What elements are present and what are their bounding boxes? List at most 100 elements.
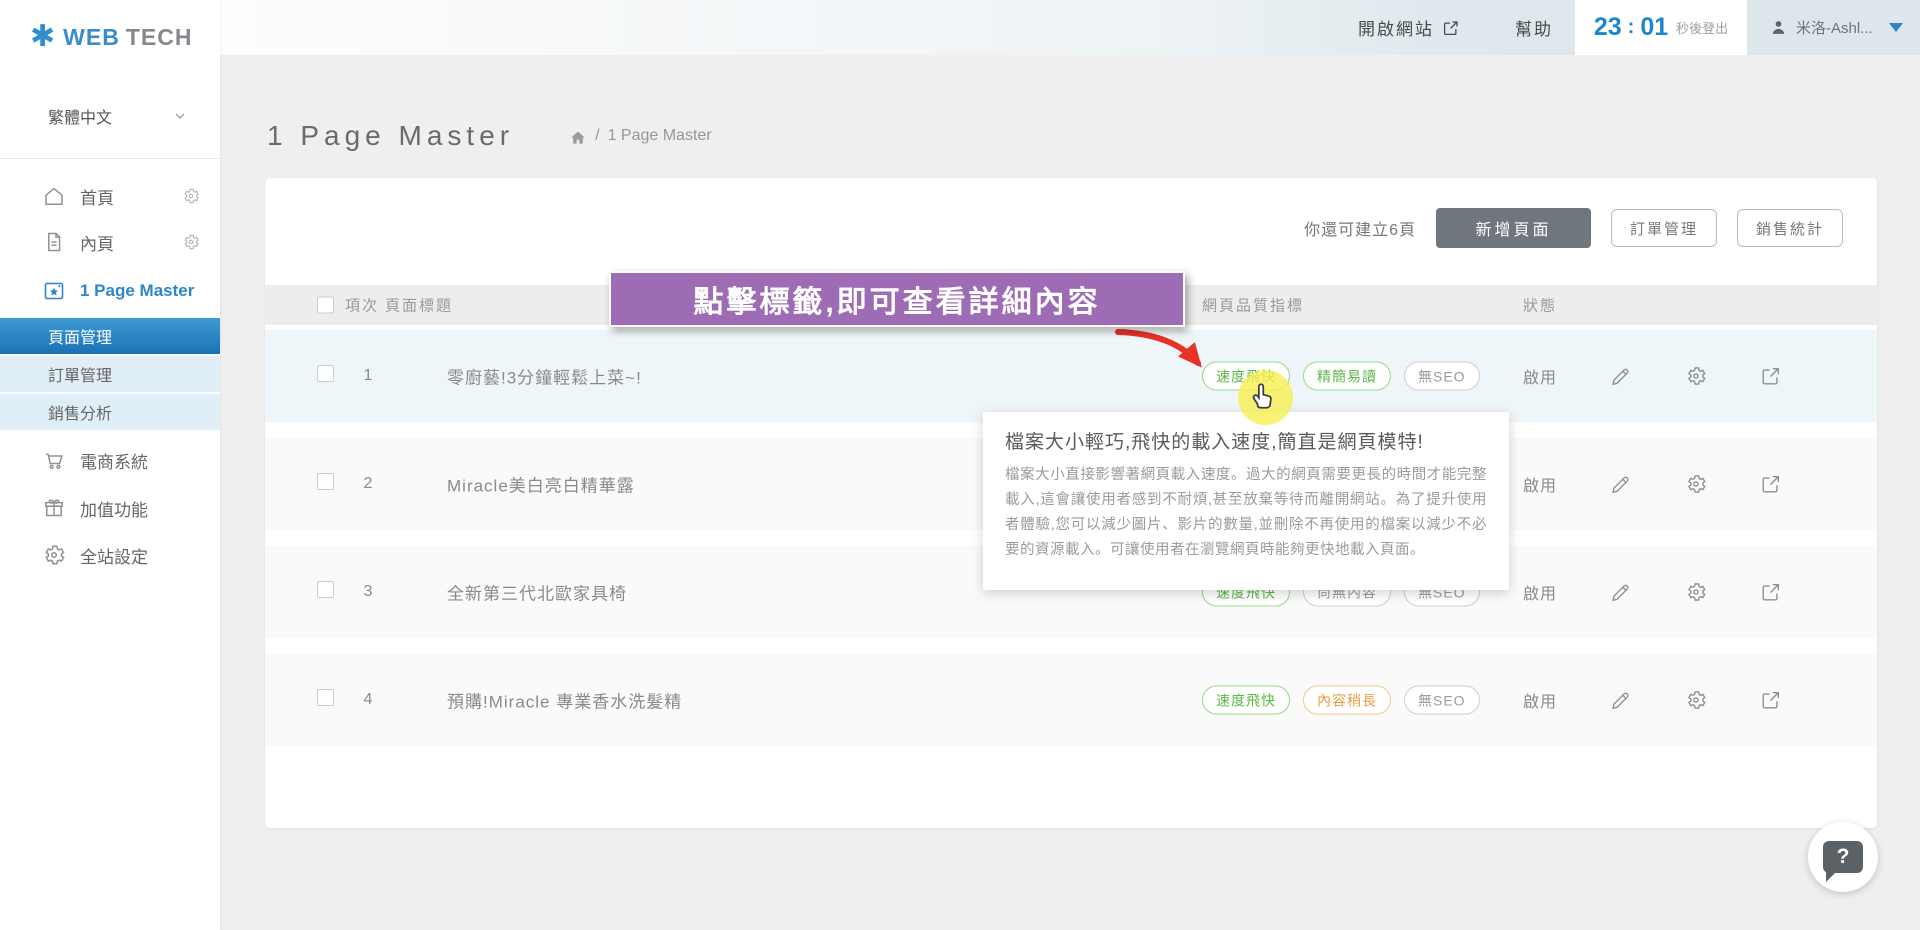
row-index: 4 [353,691,383,709]
sidebar-item-addons[interactable]: 加值功能 [0,485,220,531]
page-title-link[interactable]: Miracle美白亮白精華露 [447,472,635,497]
subitem-label: 銷售分析 [48,400,112,424]
open-page-icon[interactable] [1760,689,1782,711]
cart-icon [42,448,66,472]
quality-badge[interactable]: 內容稍長 [1303,686,1391,715]
question-mark: ? [1837,845,1850,869]
row-actions [1610,689,1782,711]
sidebar-item-1-page-master[interactable]: 1 Page Master [0,268,220,314]
row-checkbox[interactable] [317,581,334,598]
document-icon [42,230,66,254]
edit-icon[interactable] [1610,581,1632,603]
gear-icon [42,543,66,567]
breadcrumb-separator: / [595,127,599,145]
chevron-down-icon [172,108,188,124]
sales-statistics-button[interactable]: 銷售統計 [1737,209,1843,247]
sidebar-subitem-order-management[interactable]: 訂單管理 [0,356,220,393]
sidebar-item-label: 全站設定 [80,543,148,568]
quality-badge[interactable]: 速度飛快 [1202,686,1290,715]
column-header-quality: 網頁品質指標 [1202,295,1304,316]
open-page-icon[interactable] [1760,365,1782,387]
gift-icon [42,496,66,520]
gear-icon[interactable] [182,233,200,251]
sidebar-subitem-sales-analysis[interactable]: 銷售分析 [0,394,220,431]
help-link[interactable]: 幫助 [1515,0,1553,55]
language-value: 繁體中文 [48,104,112,128]
row-index: 1 [353,367,383,385]
quality-tooltip: 檔案大小輕巧,飛快的載入速度,簡直是網頁模特! 檔案大小直接影響著網頁載入速度。… [983,412,1509,590]
page-title-link[interactable]: 零廚藝!3分鐘輕鬆上菜~! [447,364,642,389]
question-bubble-icon: ? [1823,841,1863,873]
timer-suffix-label: 秒後登出 [1676,18,1728,37]
page-head: 1 Page Master / 1 Page Master [267,120,712,152]
edit-icon[interactable] [1610,365,1632,387]
language-selector[interactable]: 繁體中文 [48,104,188,128]
red-arrow-annotation [1060,318,1260,398]
sidebar-item-label: 加值功能 [80,496,148,521]
sidebar-item-inner-pages[interactable]: 內頁 [0,219,220,265]
card-toolbar: 你還可建立6頁 新增頁面 訂單管理 銷售統計 [1304,208,1843,248]
logout-timer: 23 : 01 秒後登出 [1575,0,1747,55]
add-page-button[interactable]: 新增頁面 [1436,208,1591,248]
app-root: ✱ WEB TECH 繁體中文 首頁 內頁 [0,0,1920,930]
table-row: 4 預購!Miracle 專業香水洗髮精 速度飛快內容稍長無SEO 啟用 [265,654,1877,746]
sidebar-item-label: 1 Page Master [80,281,194,301]
page-title-link[interactable]: 預購!Miracle 專業香水洗髮精 [447,688,682,713]
quality-badges: 速度飛快內容稍長無SEO [1202,686,1480,715]
row-actions [1610,581,1782,603]
sidebar-item-site-settings[interactable]: 全站設定 [0,532,220,578]
status-label: 啟用 [1523,472,1557,496]
page-title-link[interactable]: 全新第三代北歐家具椅 [447,580,627,605]
column-header-title: 頁面標題 [385,295,453,316]
home-breadcrumb-icon[interactable] [569,129,587,147]
page-title: 1 Page Master [267,120,514,152]
user-name: 米洛-Ashl... [1796,17,1873,38]
star-window-icon [42,279,66,303]
brand-logo: ✱ WEB TECH [30,22,192,52]
sidebar-item-label: 內頁 [80,230,114,255]
open-page-icon[interactable] [1760,581,1782,603]
quality-badge[interactable]: 無SEO [1404,362,1480,391]
order-management-button[interactable]: 訂單管理 [1611,209,1717,247]
sidebar-subitem-page-management[interactable]: 頁面管理 [0,318,220,355]
column-header-status: 狀態 [1523,295,1557,316]
timer-seconds: 01 [1640,13,1668,42]
open-site-link[interactable]: 開啟網站 [1358,0,1460,55]
breadcrumb-current: 1 Page Master [608,127,712,145]
breadcrumb: / 1 Page Master [569,127,712,145]
help-fab-button[interactable]: ? [1808,822,1878,892]
timer-separator: : [1628,16,1635,39]
sidebar-item-home[interactable]: 首頁 [0,173,220,219]
row-actions [1610,365,1782,387]
settings-icon[interactable] [1685,365,1707,387]
edit-icon[interactable] [1610,689,1632,711]
sidebar-item-ecommerce[interactable]: 電商系統 [0,437,220,483]
settings-icon[interactable] [1685,689,1707,711]
row-checkbox[interactable] [317,365,334,382]
status-label: 啟用 [1523,580,1557,604]
person-icon [1769,18,1788,37]
timer-minutes: 23 [1594,13,1622,42]
sidebar-item-label: 電商系統 [80,448,148,473]
row-checkbox[interactable] [317,689,334,706]
user-menu[interactable]: 米洛-Ashl... [1747,0,1920,55]
topbar: 開啟網站 幫助 23 : 01 秒後登出 米洛-Ashl... [220,0,1920,55]
select-all-checkbox[interactable] [317,297,334,314]
gear-icon[interactable] [182,187,200,205]
sidebar: ✱ WEB TECH 繁體中文 首頁 內頁 [0,0,220,930]
open-page-icon[interactable] [1760,473,1782,495]
settings-icon[interactable] [1685,581,1707,603]
column-header-index: 項次 [345,295,379,316]
settings-icon[interactable] [1685,473,1707,495]
subitem-label: 訂單管理 [48,362,112,386]
status-label: 啟用 [1523,364,1557,388]
page-quota-text: 你還可建立6頁 [1304,216,1416,240]
quality-badge[interactable]: 精簡易讀 [1303,362,1391,391]
home-icon [42,184,66,208]
sidebar-item-label: 首頁 [80,184,114,209]
open-site-label: 開啟網站 [1358,15,1434,40]
callout-text: 點擊標籤,即可查看詳細內容 [693,277,1100,321]
edit-icon[interactable] [1610,473,1632,495]
row-checkbox[interactable] [317,473,334,490]
quality-badge[interactable]: 無SEO [1404,686,1480,715]
